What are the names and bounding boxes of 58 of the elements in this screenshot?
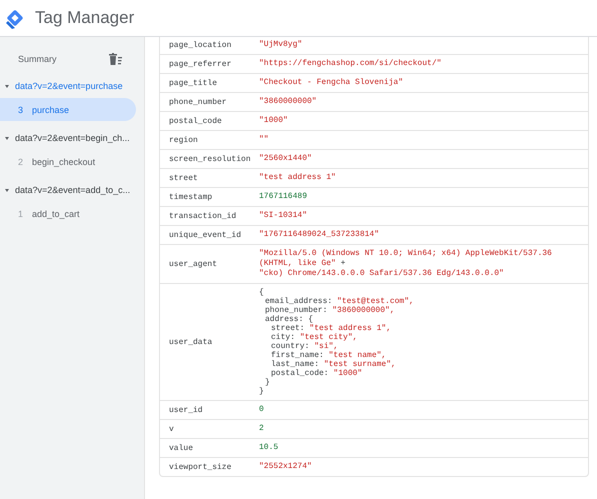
caret-icon[interactable] [5,84,9,88]
code-line: email_address: "test@test.com", [264,297,415,306]
code-line: last_name: "test surname", [270,360,397,369]
code-line: } [264,378,271,387]
value-text: "3860000000" [259,97,318,107]
value-text: "UjMv8yg" [259,40,304,50]
code-line: country: "si", [270,342,340,351]
value-text: 1767116489 [259,192,308,202]
value-text: "1000" [259,116,289,126]
value-text: "https://fengchashop.com/si/checkout/" [259,59,442,69]
key-cell-text: user_data [168,336,214,348]
value-text: "test address 1" [259,173,337,183]
code-line: } [259,387,265,396]
key-cell-text: v [168,424,175,434]
summary-item[interactable]: Summary [0,49,144,69]
key-cell-text: user_agent [168,258,218,270]
key-cell-text: timestamp [168,192,214,202]
key-cell-text: screen_resolution [168,154,252,164]
event-item[interactable]: 2 begin_checkout [0,150,136,173]
caret-icon[interactable] [5,136,9,140]
value-text: 10.5 [259,443,280,453]
value-text: "" [259,135,270,145]
code-line: street: "test address 1", [270,324,392,333]
key-cell-text: transaction_id [168,211,238,221]
caret-icon[interactable] [5,188,9,192]
clear-list-icon[interactable] [109,53,122,65]
code-line: phone_number: "3860000000", [264,306,396,315]
key-cell-text: postal_code [168,116,223,126]
key-cell-text: value [168,443,194,453]
key-cell-text: page_referrer [168,59,232,69]
event-group[interactable]: data?v=2&event=add_to_c... [0,178,144,202]
event-group[interactable]: data?v=2&event=begin_ch... [0,126,144,150]
event-item[interactable]: 3 purchase [0,98,136,121]
key-cell-text: user_id [168,405,204,415]
code-line: first_name: "test name", [270,351,388,360]
key-cell-text: region [168,135,199,145]
value-text: 0 [259,405,265,415]
code-line: { [259,288,265,297]
key-cell-text: street [168,173,199,183]
value-text: "Checkout - Fengcha Slovenija" [259,78,404,88]
event-item[interactable]: 1 add_to_cart [0,202,136,225]
value-text: "2560x1440" [259,154,313,164]
key-cell-text: phone_number [168,97,228,107]
key-cell-text: unique_event_id [168,230,242,240]
app-title: Tag Manager [35,8,134,28]
event-group[interactable]: data?v=2&event=purchase [0,74,144,98]
value-text: "2552x1274" [259,462,313,472]
value-text: "SI-10314" [259,211,308,221]
value-text: "Mozilla/5.0 (Windows NT 10.0; Win64; x64) AppleWebKit/537.36 (KHTML, like Ge" + [259,249,553,269]
key-cell-text: viewport_size [168,462,232,472]
code-line: address: { [264,315,314,324]
key-cell-text: page_title [168,78,218,88]
key-cell-text: page_location [168,40,232,50]
value-text: 2 [259,424,265,434]
value-text: "1767116489024_537233814" [259,230,380,240]
code-line: city: "test city", [270,333,358,342]
code-line: postal_code: "1000" [270,369,364,378]
value-text: "cko) Chrome/143.0.0.0 Safari/537.36 Edg/143.0.0.0" [259,269,505,279]
